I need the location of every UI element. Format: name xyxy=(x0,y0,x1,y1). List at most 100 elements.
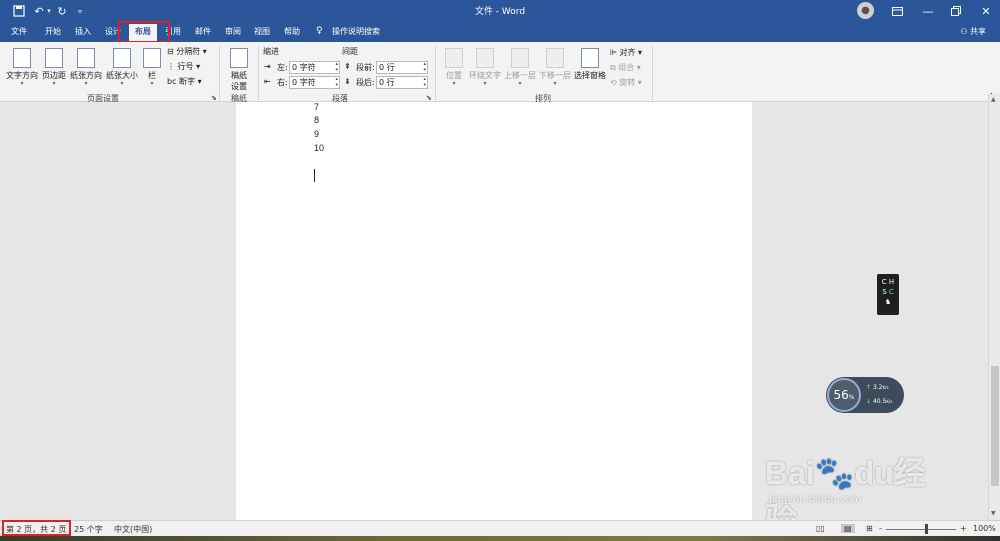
group-separator xyxy=(435,46,436,100)
tell-me-search[interactable]: 操作说明搜索 xyxy=(332,26,380,37)
minimize-icon[interactable]: — xyxy=(920,3,936,19)
indent-right-label: 右: xyxy=(277,78,288,87)
spin-arrows-icon[interactable]: ▴ ▾ xyxy=(423,61,426,73)
breaks-button[interactable]: ⊟ 分隔符 ▾ xyxy=(167,46,207,57)
network-monitor[interactable]: 56% ↑ 3.2K/s ↓ 40.5K/s xyxy=(826,377,904,413)
orientation-button[interactable]: 纸张方向 ▾ xyxy=(69,48,103,87)
dropdown-arrow-icon: ▾ xyxy=(52,80,56,87)
indent-right-input[interactable]: 0 字符 ▴ ▾ xyxy=(289,76,340,89)
download-unit: K/s xyxy=(886,399,893,404)
spin-arrows-icon[interactable]: ▴ ▾ xyxy=(423,76,426,88)
vertical-scrollbar[interactable]: ▲ ▼ xyxy=(988,94,1000,520)
tab-view[interactable]: 视图 xyxy=(254,26,270,37)
tab-design[interactable]: 设计 xyxy=(105,26,121,37)
send-backward-button[interactable]: 下移一层 ▾ xyxy=(538,48,572,87)
scroll-down-icon[interactable]: ▼ xyxy=(991,510,996,517)
upload-value: 3.2 xyxy=(872,384,883,391)
tab-review[interactable]: 审阅 xyxy=(225,26,241,37)
ime-mouse-icon: ♞ xyxy=(884,298,892,306)
hyphenation-label: 断字 xyxy=(179,77,196,86)
zoom-level[interactable]: 100% xyxy=(973,524,996,533)
manuscript-label-line1: 稿纸 xyxy=(231,71,247,80)
group-separator xyxy=(258,46,259,100)
indent-right-value: 0 字符 xyxy=(292,78,316,87)
text-direction-button[interactable]: 文字方向 ▾ xyxy=(6,48,38,87)
tab-home[interactable]: 开始 xyxy=(45,26,61,37)
margins-button[interactable]: 页边距 ▾ xyxy=(40,48,68,87)
tab-mailings[interactable]: 邮件 xyxy=(195,26,211,37)
print-layout-icon[interactable]: ▤ xyxy=(841,524,855,533)
zoom-in-button[interactable]: + xyxy=(960,524,967,533)
lightbulb-icon: ♀ xyxy=(316,26,323,36)
position-button[interactable]: 位置 ▾ xyxy=(442,48,466,87)
bring-forward-button[interactable]: 上移一层 ▾ xyxy=(503,48,537,87)
spin-arrows-icon[interactable]: ▴ ▾ xyxy=(335,61,338,73)
web-layout-icon[interactable]: ⊞ xyxy=(866,524,873,533)
wrap-text-button[interactable]: 环绕文字 ▾ xyxy=(468,48,502,87)
tab-file[interactable]: 文件 xyxy=(11,26,27,37)
manuscript-settings-button[interactable]: 稿纸 设置 xyxy=(224,48,254,92)
watermark-brand-text: Bai xyxy=(765,455,815,491)
size-button[interactable]: 纸张大小 ▾ xyxy=(105,48,139,87)
scroll-thumb[interactable] xyxy=(991,366,999,486)
bring-forward-icon xyxy=(511,48,529,68)
selection-pane-button[interactable]: 选择窗格 xyxy=(573,48,607,81)
tab-insert[interactable]: 插入 xyxy=(75,26,91,37)
ime-line1: C H xyxy=(881,278,895,286)
cpu-percent: 56 xyxy=(833,388,849,402)
breaks-icon: ⊟ xyxy=(167,47,174,56)
zoom-out-button[interactable]: - xyxy=(879,524,882,533)
page-count[interactable]: 第 2 页，共 2 页 xyxy=(6,524,66,535)
language-indicator[interactable]: 中文(中国) xyxy=(114,524,152,535)
tab-references[interactable]: 引用 xyxy=(165,26,181,37)
align-button[interactable]: ⊫ 对齐 ▾ xyxy=(610,47,642,58)
status-bar: 第 2 页，共 2 页 25 个字 中文(中国) ▯▯ ▤ ⊞ - + 100% xyxy=(0,520,1000,536)
hyphenation-button[interactable]: bc 断字 ▾ xyxy=(167,76,202,87)
bring-forward-label: 上移一层 xyxy=(504,71,536,80)
user-avatar[interactable]: ● xyxy=(857,2,874,19)
orientation-label: 纸张方向 xyxy=(70,71,102,80)
upload-arrow-icon: ↑ xyxy=(866,384,872,391)
rotate-icon: ⟲ xyxy=(610,78,617,87)
baidu-watermark: Bai🐾du经验 jingyan.baidu.com xyxy=(755,438,955,537)
indent-left-input[interactable]: 0 字符 ▴ ▾ xyxy=(289,61,340,74)
download-speed: ↓ 40.5K/s xyxy=(866,398,892,405)
word-count[interactable]: 25 个字 xyxy=(74,524,103,535)
document-line: 9 xyxy=(314,129,320,139)
size-label: 纸张大小 xyxy=(106,71,138,80)
group-objects-button[interactable]: ⧉ 组合 ▾ xyxy=(610,62,641,73)
window-title: 文件 - Word xyxy=(474,7,526,17)
spacing-after-input[interactable]: 0 行 ▴ ▾ xyxy=(376,76,428,89)
selection-pane-icon xyxy=(581,48,599,68)
zoom-slider-thumb[interactable] xyxy=(925,524,928,534)
restore-icon[interactable] xyxy=(948,3,964,19)
ribbon-display-options-icon[interactable] xyxy=(889,3,905,19)
tab-help[interactable]: 帮助 xyxy=(284,26,300,37)
indent-left-value: 0 字符 xyxy=(292,63,316,72)
share-button[interactable]: ⚇ 共享 xyxy=(960,26,986,37)
rotate-button[interactable]: ⟲ 旋转 ▾ xyxy=(610,77,642,88)
align-label: 对齐 xyxy=(619,48,636,57)
upload-unit: K/s xyxy=(882,385,889,390)
download-arrow-icon: ↓ xyxy=(866,398,872,405)
rotate-label: 旋转 xyxy=(619,78,636,87)
zoom-slider[interactable] xyxy=(886,529,956,530)
scroll-up-icon[interactable]: ▲ xyxy=(991,96,996,103)
ime-indicator[interactable]: C H S C ♞ xyxy=(877,274,899,315)
dropdown-arrow-icon: ▾ xyxy=(84,80,88,87)
paragraph-launcher-icon[interactable]: ⬊ xyxy=(426,94,432,102)
ribbon-layout: 文字方向 ▾ 页边距 ▾ 纸张方向 ▾ 纸张大小 ▾ 栏 ▾ ⊟ 分隔符 ▾ ⋮… xyxy=(0,42,1000,103)
close-icon[interactable]: ✕ xyxy=(978,3,994,19)
download-value: 40.5 xyxy=(872,398,887,405)
page-setup-launcher-icon[interactable]: ⬊ xyxy=(211,94,217,102)
columns-button[interactable]: 栏 ▾ xyxy=(143,48,161,87)
cpu-usage-ring: 56% xyxy=(827,378,861,412)
read-mode-icon[interactable]: ▯▯ xyxy=(816,524,825,533)
line-numbers-button[interactable]: ⋮ 行号 ▾ xyxy=(167,61,200,72)
upload-speed: ↑ 3.2K/s xyxy=(866,384,889,391)
spin-arrows-icon[interactable]: ▴ ▾ xyxy=(335,76,338,88)
spacing-before-input[interactable]: 0 行 ▴ ▾ xyxy=(376,61,428,74)
text-cursor xyxy=(314,169,315,182)
tab-layout[interactable]: 布局 xyxy=(129,24,157,42)
document-page[interactable]: 7 8 9 10 xyxy=(236,102,752,520)
